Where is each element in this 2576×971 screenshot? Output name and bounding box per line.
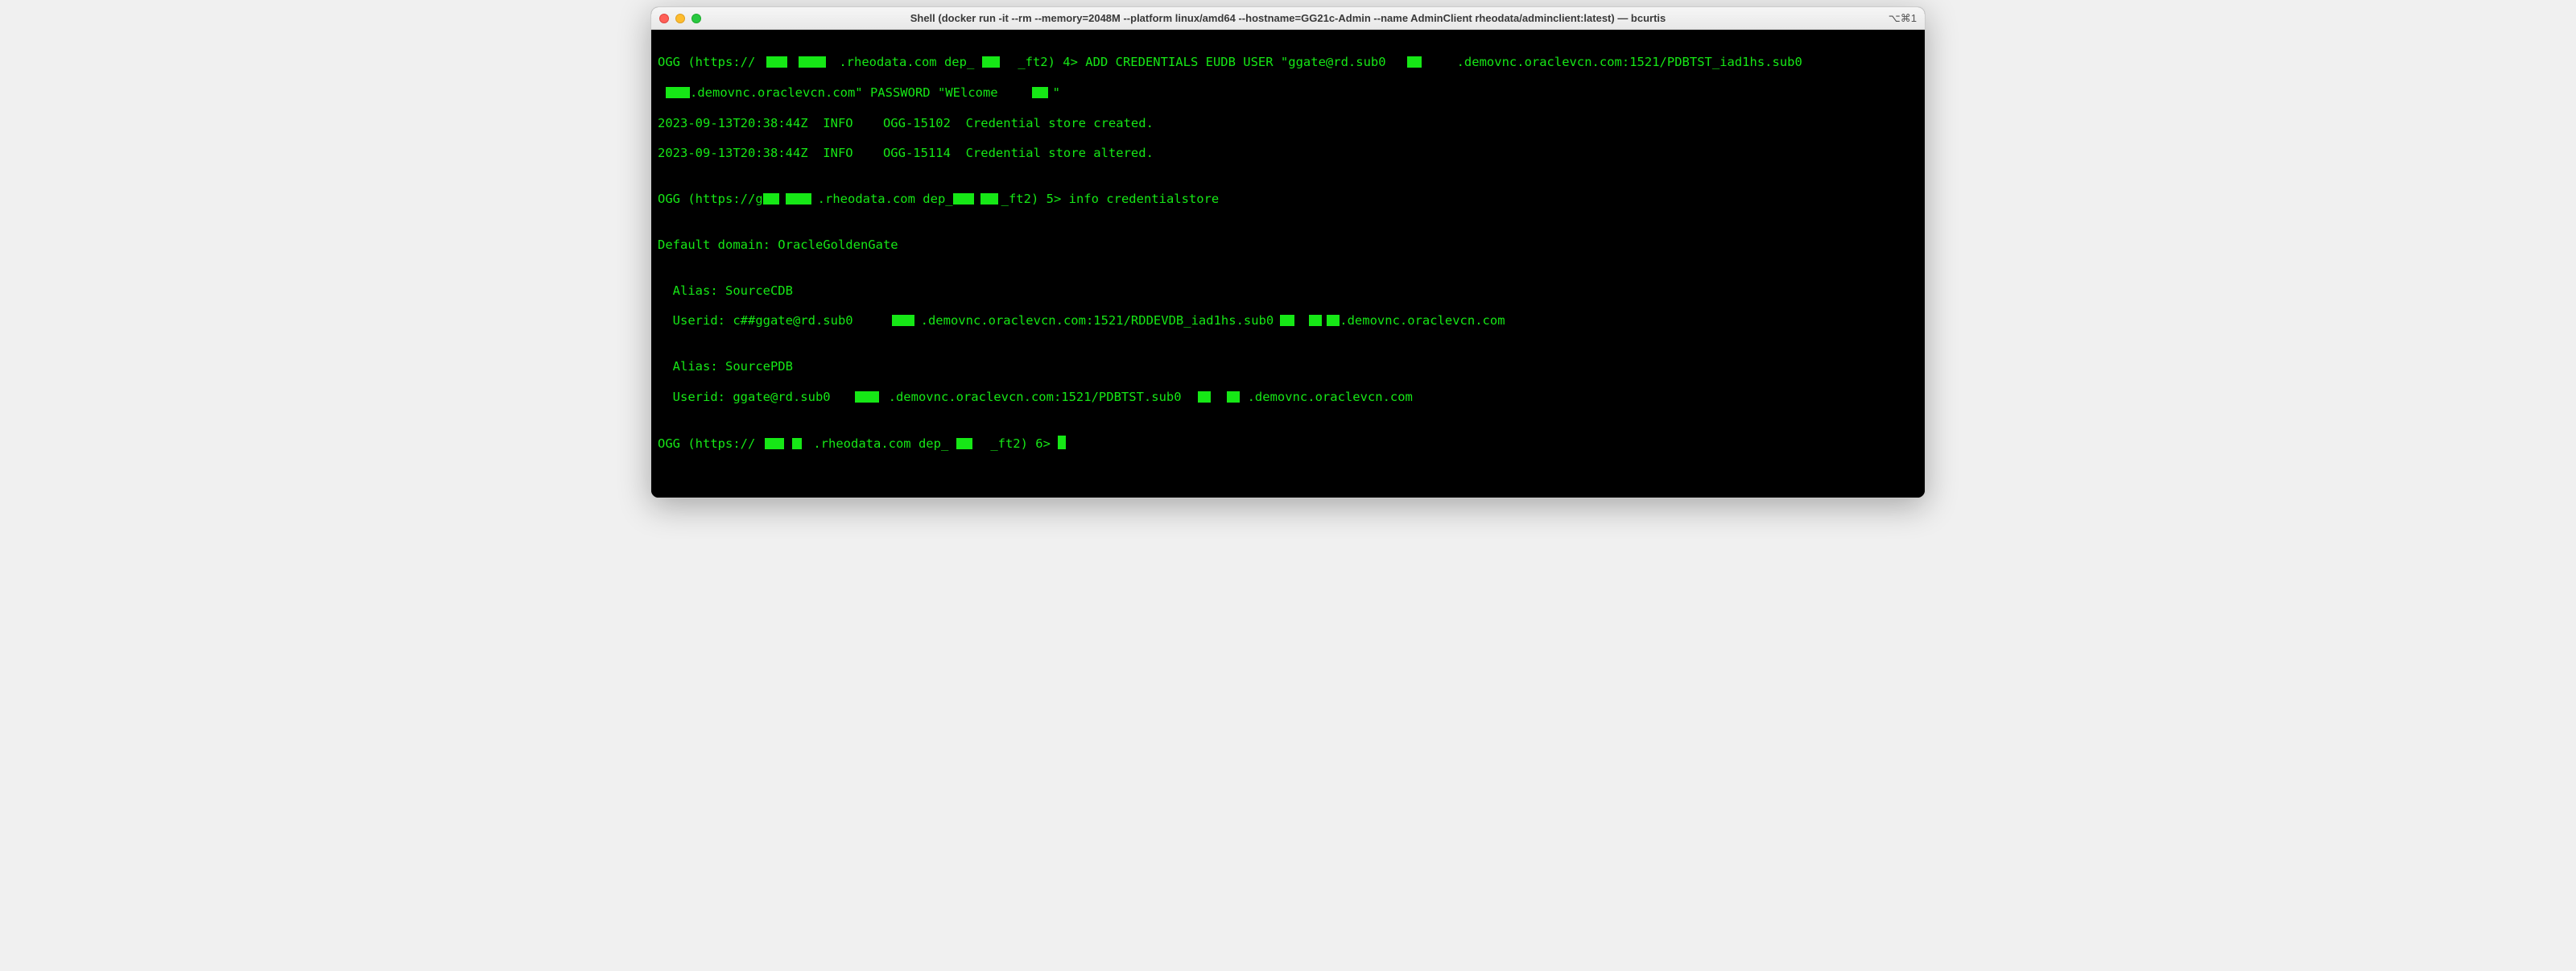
- zoom-icon[interactable]: [691, 14, 701, 23]
- redaction: [1032, 87, 1048, 98]
- text: .rheodata.com dep_: [818, 192, 953, 206]
- minimize-icon[interactable]: [675, 14, 685, 23]
- redaction: [1280, 315, 1294, 326]
- redaction: [765, 438, 784, 449]
- text: .demovnc.oraclevcn.com:1521/RDDEVDB_iad1…: [921, 313, 1274, 328]
- text: ": [1053, 85, 1060, 100]
- terminal-line: Alias: SourceCDB: [658, 283, 1918, 299]
- redaction: [1198, 391, 1211, 403]
- terminal-line: 2023-09-13T20:38:44Z INFO OGG-15114 Cred…: [658, 146, 1918, 161]
- redaction: [1327, 315, 1340, 326]
- text: .demovnc.oraclevcn.com: [1248, 390, 1413, 404]
- redaction: [982, 56, 1000, 68]
- close-icon[interactable]: [659, 14, 669, 23]
- redaction: [1227, 391, 1240, 403]
- terminal-line: .demovnc.oraclevcn.com" PASSWORD "WElcom…: [658, 85, 1918, 101]
- window-shortcut: ⌥⌘1: [1889, 12, 1917, 25]
- terminal-window: Shell (docker run -it --rm --memory=2048…: [650, 6, 1926, 498]
- text: .rheodata.com dep_: [839, 55, 974, 69]
- cursor-icon: [1058, 436, 1066, 449]
- text: Userid: c##ggate@rd.sub0: [658, 313, 853, 328]
- window-title: Shell (docker run -it --rm --memory=2048…: [651, 12, 1925, 24]
- terminal-line: Default domain: OracleGoldenGate: [658, 238, 1918, 253]
- redaction: [855, 391, 879, 403]
- text: .demovnc.oraclevcn.com:1521/PDBTST_iad1h…: [1457, 55, 1802, 69]
- terminal-line: 2023-09-13T20:38:44Z INFO OGG-15102 Cred…: [658, 116, 1918, 131]
- text: OGG (https://: [658, 436, 755, 451]
- traffic-lights: [659, 14, 701, 23]
- text: .demovnc.oraclevcn.com: [1340, 313, 1505, 328]
- redaction: [1309, 315, 1322, 326]
- redaction: [953, 193, 974, 205]
- title-bar: Shell (docker run -it --rm --memory=2048…: [651, 7, 1925, 30]
- redaction: [1407, 56, 1422, 68]
- redaction: [792, 438, 802, 449]
- text: .rheodata.com dep_: [813, 436, 948, 451]
- redaction: [666, 87, 690, 98]
- redaction: [799, 56, 826, 68]
- redaction: [766, 56, 787, 68]
- terminal-line: Userid: ggate@rd.sub0 .demovnc.oraclevcn.…: [658, 390, 1918, 405]
- text: _ft2) 5> info credentialstore: [1001, 192, 1220, 206]
- terminal-line: OGG (https:// .rheodata.com dep_ _ft2) 4> …: [658, 55, 1918, 70]
- terminal-line: Alias: SourcePDB: [658, 359, 1918, 374]
- text: OGG (https://g: [658, 192, 763, 206]
- text: Userid: ggate@rd.sub0: [658, 390, 831, 404]
- redaction: [892, 315, 914, 326]
- terminal-line: OGG (https://g .rheodata.com dep_ _ft2) 5>…: [658, 192, 1918, 207]
- redaction: [763, 193, 779, 205]
- text: .demovnc.oraclevcn.com" PASSWORD "WElcom…: [690, 85, 998, 100]
- text: _ft2) 6>: [990, 436, 1058, 451]
- text: _ft2) 4> ADD CREDENTIALS EUDB USER "ggat…: [1018, 55, 1385, 69]
- text: .demovnc.oraclevcn.com:1521/PDBTST.sub0: [889, 390, 1182, 404]
- terminal-output[interactable]: OGG (https:// .rheodata.com dep_ _ft2) 4> …: [651, 30, 1925, 498]
- text: OGG (https://: [658, 55, 755, 69]
- redaction: [956, 438, 972, 449]
- redaction: [786, 193, 811, 205]
- redaction: [980, 193, 998, 205]
- terminal-line: Userid: c##ggate@rd.sub0 .demovnc.oraclev…: [658, 313, 1918, 328]
- terminal-line: OGG (https:// .rheodata.com dep_ _ft2) 6>: [658, 436, 1918, 452]
